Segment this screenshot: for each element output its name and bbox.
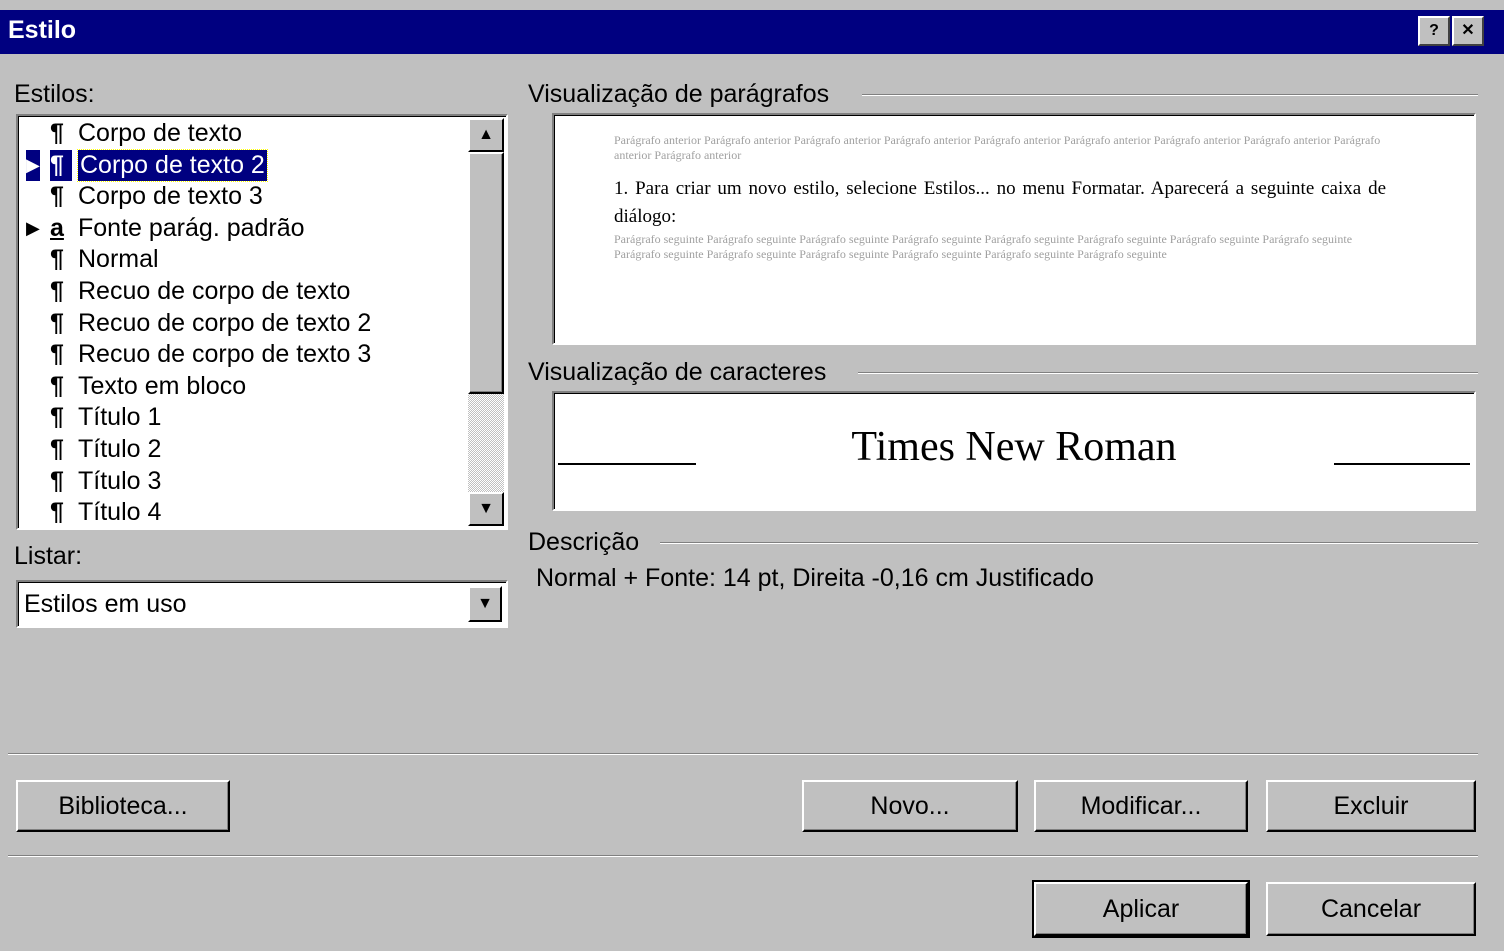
list-filter-dropdown[interactable]: Estilos em uso ▼: [16, 580, 508, 628]
styles-scrollbar[interactable]: ▲ ▼: [468, 118, 504, 526]
preview-next-paragraph: Parágrafo seguinte Parágrafo seguinte Pa…: [614, 232, 1353, 261]
style-list-item-label: Título 3: [78, 466, 162, 495]
paragraph-style-icon: ¶: [50, 182, 64, 211]
style-list-item-label: Recuo de corpo de texto: [78, 277, 351, 305]
style-marker-icon: ▶: [26, 149, 40, 181]
paragraph-style-icon: ¶: [50, 245, 64, 274]
description-label: Descrição: [528, 528, 640, 556]
separator-top: [8, 753, 1478, 755]
character-style-icon: a: [50, 213, 64, 242]
paragraph-preview-label: Visualização de parágrafos: [528, 80, 830, 108]
help-button[interactable]: ?: [1418, 16, 1450, 46]
separator-bottom: [8, 855, 1478, 857]
window-title: Estilo: [8, 16, 77, 44]
style-list-item[interactable]: ¶ Recuo de corpo de texto 2: [20, 308, 466, 339]
preview-main-paragraph: 1. Para criar um novo estilo, selecione …: [614, 178, 1386, 227]
style-list-item[interactable]: ▶ ¶ Corpo de texto 2: [20, 148, 466, 182]
paragraph-style-icon: ¶: [50, 498, 64, 527]
style-list-item-label: Corpo de texto 3: [78, 182, 263, 211]
styles-label: Estilos:: [14, 80, 95, 108]
style-list-item[interactable]: ¶ Corpo de texto 3: [20, 181, 466, 212]
apply-button[interactable]: Aplicar: [1032, 880, 1250, 938]
list-filter-value: Estilos em uso: [24, 590, 187, 618]
arrow-down-icon: ▼: [478, 500, 494, 517]
chevron-down-icon: ▼: [477, 595, 493, 612]
help-icon: ?: [1429, 22, 1439, 39]
paragraph-style-icon: ¶: [50, 403, 64, 432]
paragraph-style-icon: ¶: [50, 277, 64, 305]
style-list-item[interactable]: ¶ Título 2: [20, 434, 466, 465]
style-list-item[interactable]: ¶ Título 3: [20, 466, 466, 497]
paragraph-style-icon: ¶: [50, 308, 64, 337]
description-rule: [660, 542, 1478, 544]
paragraph-style-icon: ¶: [50, 466, 64, 495]
style-list-item-label: Corpo de texto 2: [77, 148, 268, 182]
cancel-button[interactable]: Cancelar: [1266, 882, 1476, 936]
style-list-item-label: Corpo de texto: [78, 119, 242, 147]
style-list-item-label: Normal: [78, 245, 159, 274]
dropdown-button[interactable]: ▼: [468, 586, 502, 622]
style-list-item-label: Fonte parág. padrão: [78, 213, 305, 242]
library-button[interactable]: Biblioteca...: [16, 780, 230, 832]
style-list-item-label: Título 1: [78, 403, 162, 432]
style-list-item[interactable]: ¶ Título 4: [20, 497, 466, 528]
paragraph-style-icon: ¶: [50, 435, 64, 463]
close-icon: ✕: [1461, 22, 1475, 39]
preview-right-line: [1334, 463, 1470, 465]
style-list-item[interactable]: ¶ Recuo de corpo de texto: [20, 276, 466, 307]
preview-previous-paragraph: Parágrafo anterior Parágrafo anterior Pa…: [614, 133, 1381, 162]
arrow-up-icon: ▲: [478, 126, 494, 143]
style-list-item[interactable]: ¶ Corpo de texto: [20, 118, 466, 149]
character-preview-rule: [858, 372, 1478, 374]
modify-button[interactable]: Modificar...: [1034, 780, 1248, 832]
paragraph-preview-rule: [862, 94, 1478, 96]
style-list-item[interactable]: ¶ Texto em bloco: [20, 371, 466, 402]
style-list-item-label: Título 2: [78, 435, 162, 463]
style-list-item-label: Título 4: [78, 498, 162, 527]
character-preview-label: Visualização de caracteres: [528, 358, 827, 386]
style-list-item[interactable]: ¶ Recuo de corpo de texto 3: [20, 339, 466, 370]
style-list-item-label: Recuo de corpo de texto 2: [78, 308, 372, 337]
styles-list[interactable]: ¶ Corpo de texto ▶ ¶ Corpo de texto 2 ¶ Corpo …: [16, 114, 508, 530]
style-marker-icon: ▶: [26, 217, 40, 238]
new-style-button[interactable]: Novo...: [802, 780, 1018, 832]
paragraph-preview-box: Parágrafo anterior Parágrafo anterior Pa…: [552, 113, 1476, 345]
description-text: Normal + Fonte: 14 pt, Direita -0,16 cm …: [536, 564, 1094, 592]
close-button[interactable]: ✕: [1452, 16, 1484, 46]
style-list-item-label: Texto em bloco: [78, 371, 247, 400]
scroll-up-button[interactable]: ▲: [468, 118, 504, 152]
scroll-thumb[interactable]: [468, 152, 504, 394]
title-bar: Estilo ? ✕: [0, 10, 1504, 54]
style-list-item[interactable]: ▶ a Fonte parág. padrão: [20, 213, 466, 244]
list-filter-label: Listar:: [14, 542, 83, 570]
scroll-down-button[interactable]: ▼: [468, 492, 504, 526]
style-list-item-label: Recuo de corpo de texto 3: [78, 340, 372, 369]
paragraph-style-icon: ¶: [50, 149, 72, 181]
paragraph-style-icon: ¶: [50, 371, 64, 400]
character-preview-box: Times New Roman: [552, 391, 1476, 511]
style-list-item[interactable]: ¶ Normal: [20, 244, 466, 275]
style-list-item[interactable]: ¶ Título 1: [20, 402, 466, 433]
paragraph-style-icon: ¶: [50, 340, 64, 369]
paragraph-style-icon: ¶: [50, 119, 64, 147]
delete-button[interactable]: Excluir: [1266, 780, 1476, 832]
